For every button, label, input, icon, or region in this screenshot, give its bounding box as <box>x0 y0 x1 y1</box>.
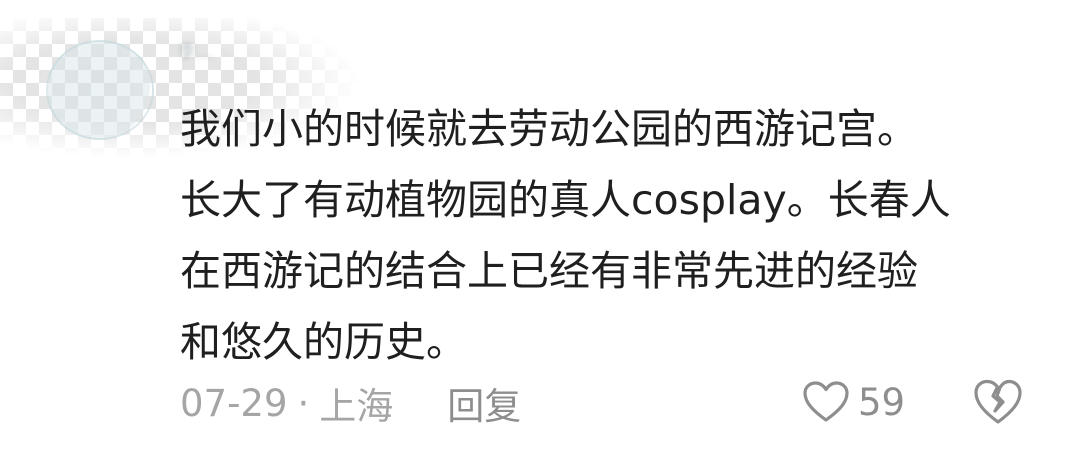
comment-line: 和悠久的历史。 <box>180 318 467 366</box>
avatar[interactable] <box>46 40 154 140</box>
username[interactable]: 李... <box>178 38 328 64</box>
comment-line: 长大了有动植物园的真人cosplay。长春人 <box>180 176 951 224</box>
comment-line: 我们小的时候就去劳动公园的西游记宫。 <box>180 105 918 153</box>
dislike-button[interactable] <box>972 378 1024 426</box>
meta-separator: · <box>297 381 310 425</box>
like-button[interactable]: 59 <box>802 376 905 428</box>
reply-button[interactable]: 回复 <box>447 376 521 430</box>
broken-heart-icon <box>972 378 1024 426</box>
comment-meta: 07-29 · 上海 回复 <box>180 376 521 430</box>
comment-location: 上海 <box>319 385 394 428</box>
comment-date: 07-29 <box>180 381 288 425</box>
like-count: 59 <box>858 380 906 424</box>
comment-body: 我们小的时候就去劳动公园的西游记宫。 长大了有动植物园的真人cosplay。长春… <box>180 94 1030 378</box>
heart-outline-icon <box>802 380 850 424</box>
comment-line: 在西游记的结合上已经有非常先进的经验 <box>180 247 918 295</box>
